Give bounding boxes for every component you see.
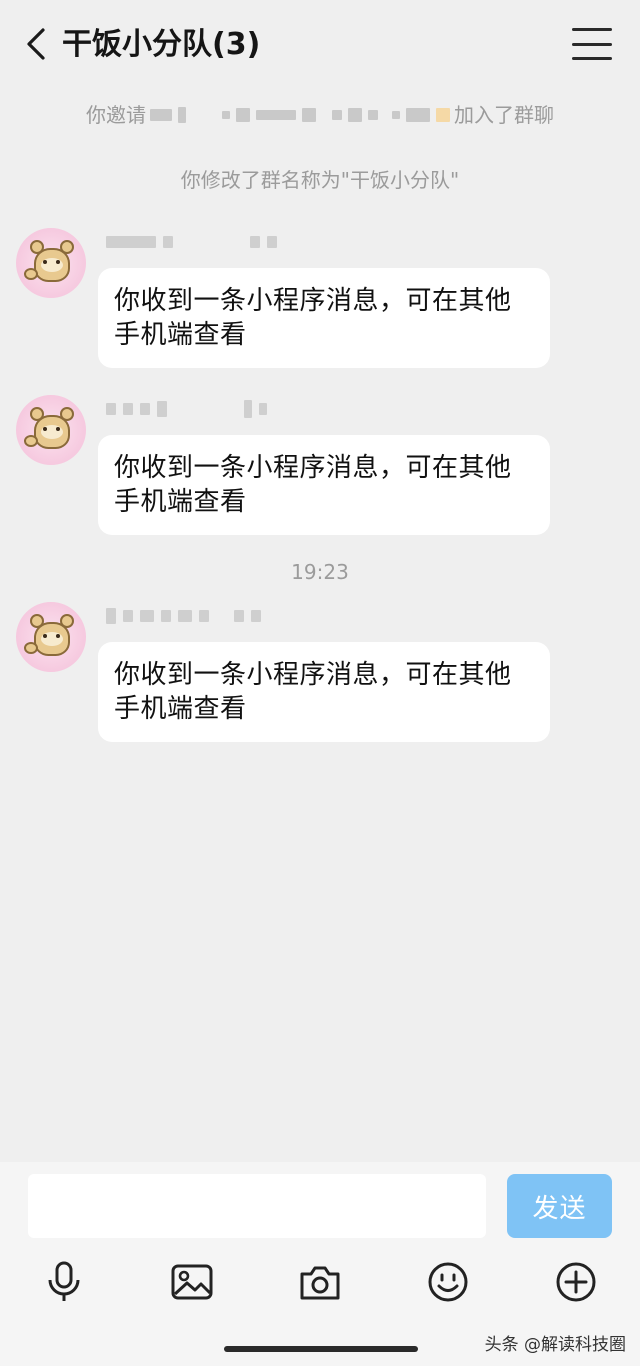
plus-icon xyxy=(556,1262,596,1302)
gallery-button[interactable] xyxy=(168,1258,216,1306)
message-input[interactable] xyxy=(28,1174,486,1238)
camera-icon xyxy=(300,1266,340,1300)
chevron-left-icon xyxy=(27,28,45,60)
chat-header: 干饭小分队(3) xyxy=(0,0,640,90)
mic-icon xyxy=(48,1261,80,1301)
composer-area: 发送 头条 @解读科技圈 xyxy=(0,1162,640,1366)
avatar[interactable] xyxy=(16,395,86,465)
message-bubble[interactable]: 你收到一条小程序消息，可在其他手机端查看 xyxy=(98,435,550,535)
composer-toolbar xyxy=(0,1258,640,1310)
sender-name-blurred xyxy=(106,606,261,626)
emoji-icon xyxy=(428,1262,468,1302)
emoji-button[interactable] xyxy=(424,1258,472,1306)
chat-title: 干饭小分队(3) xyxy=(62,27,261,62)
system-message-invite: 你邀请 加入了群聊 xyxy=(0,100,640,130)
voice-button[interactable] xyxy=(40,1258,88,1306)
sender-name-blurred xyxy=(106,232,277,252)
invite-prefix: 你邀请 xyxy=(86,103,146,127)
menu-icon-line xyxy=(572,42,612,46)
blurred-names xyxy=(150,107,450,123)
message-bubble[interactable]: 你收到一条小程序消息，可在其他手机端查看 xyxy=(98,268,550,368)
menu-icon-line xyxy=(572,57,612,60)
more-button[interactable] xyxy=(552,1258,600,1306)
chat-screen: 干饭小分队(3) 你邀请 加入了群聊 你修改了群名称为"干饭小分队" 你收到一条… xyxy=(0,0,640,1366)
invite-suffix: 加入了群聊 xyxy=(454,103,554,127)
sender-name-blurred xyxy=(106,399,267,419)
camera-button[interactable] xyxy=(296,1258,344,1306)
system-message-rename: 你修改了群名称为"干饭小分队" xyxy=(180,168,460,192)
timestamp: 19:23 xyxy=(291,560,349,584)
avatar[interactable] xyxy=(16,228,86,298)
watermark: 头条 @解读科技圈 xyxy=(484,1335,626,1355)
send-button[interactable]: 发送 xyxy=(507,1174,612,1238)
avatar[interactable] xyxy=(16,602,86,672)
menu-button[interactable] xyxy=(572,28,612,60)
message-bubble[interactable]: 你收到一条小程序消息，可在其他手机端查看 xyxy=(98,642,550,742)
back-button[interactable] xyxy=(18,26,54,62)
image-icon xyxy=(171,1264,213,1300)
home-indicator[interactable] xyxy=(224,1346,418,1352)
menu-icon-line xyxy=(572,28,612,31)
